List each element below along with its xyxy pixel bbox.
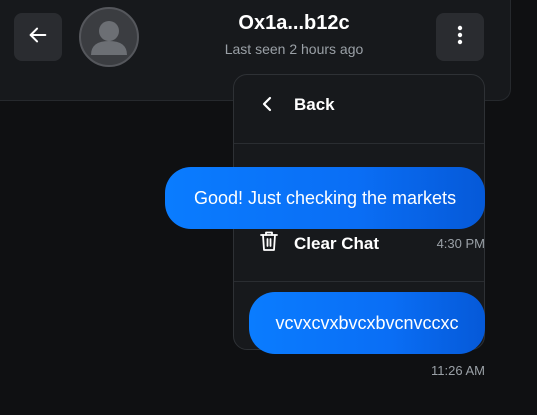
menu-clear-chat-label: Clear Chat (294, 234, 380, 253)
menu-back-label: Back (294, 95, 335, 114)
chevron-left-icon (260, 95, 274, 118)
more-vertical-icon (457, 25, 463, 50)
message-text: Good! Just checking the markets (193, 187, 457, 208)
more-options-button[interactable] (436, 13, 484, 61)
user-placeholder-icon (81, 21, 137, 65)
menu-back-item[interactable]: Back (234, 75, 484, 144)
last-seen-status: Last seen 2 hours ago (224, 41, 364, 57)
back-button[interactable] (14, 13, 62, 61)
message-text: vcvxcvxbvcxbvcnvccxc (275, 312, 459, 333)
message-bubble[interactable]: Good! Just checking the markets (165, 167, 485, 229)
message-bubble[interactable]: vcvxcvxbvcxbvcnvccxc (249, 292, 485, 354)
arrow-left-icon (27, 24, 49, 51)
message-time: 11:26 AM (431, 363, 485, 378)
trash-icon (259, 230, 279, 257)
contact-name: Ox1a...b12c (238, 12, 350, 34)
message-time: 4:30 PM (436, 236, 485, 251)
avatar[interactable] (79, 7, 139, 67)
